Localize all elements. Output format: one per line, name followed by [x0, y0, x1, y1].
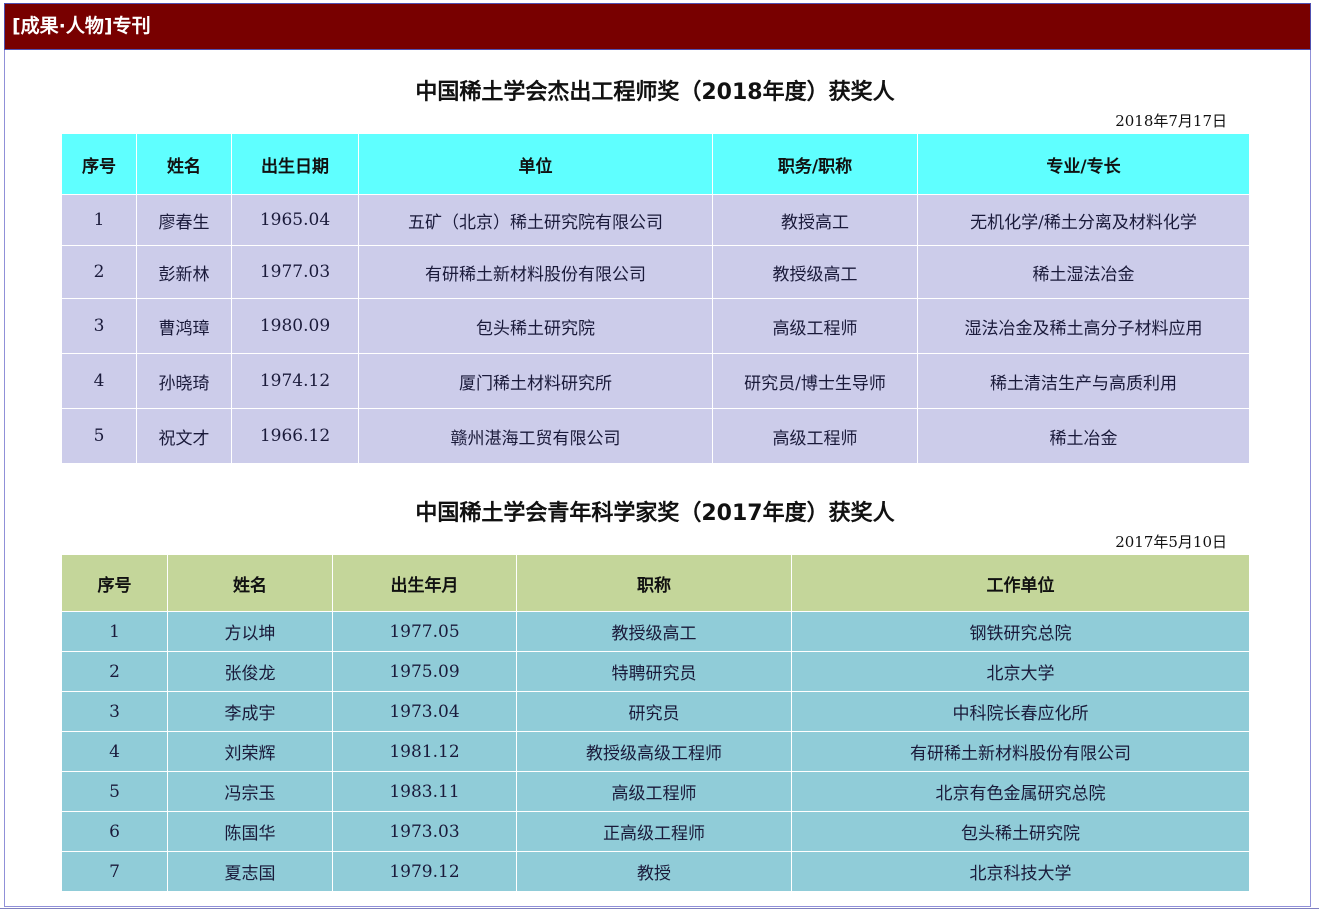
young-scientist-award-table: 序号 姓名 出生年月 职称 工作单位 1 方以坤 1977.05 教授级高工 钢…: [61, 554, 1250, 892]
cell-birth-date: 1966.12: [231, 408, 359, 464]
cell-title: 正高级工程师: [516, 811, 792, 852]
cell-index: 2: [61, 651, 168, 692]
cell-specialty: 稀土湿法冶金: [917, 245, 1250, 299]
cell-name: 祝文才: [136, 408, 232, 464]
table-header-row: 序号 姓名 出生日期 单位 职务/职称 专业/专长: [61, 133, 1250, 195]
cell-index: 1: [61, 611, 168, 652]
cell-index: 5: [61, 408, 137, 464]
cell-name: 冯宗玉: [167, 771, 333, 812]
table-row: 5 冯宗玉 1983.11 高级工程师 北京有色金属研究总院: [61, 771, 1250, 812]
cell-title: 教授: [516, 851, 792, 892]
cell-index: 4: [61, 731, 168, 772]
cell-name: 陈国华: [167, 811, 333, 852]
cell-workplace: 有研稀土新材料股份有限公司: [791, 731, 1250, 772]
cell-birth-month: 1973.04: [332, 691, 517, 732]
engineer-award-table: 序号 姓名 出生日期 单位 职务/职称 专业/专长 1 廖春生 1965.04 …: [61, 133, 1250, 464]
cell-specialty: 无机化学/稀土分离及材料化学: [917, 194, 1250, 246]
table-header-row: 序号 姓名 出生年月 职称 工作单位: [61, 554, 1250, 612]
cell-birth-date: 1965.04: [231, 194, 359, 246]
col-header-name: 姓名: [136, 133, 232, 195]
col-header-index: 序号: [61, 133, 137, 195]
table-row: 3 曹鸿璋 1980.09 包头稀土研究院 高级工程师 湿法冶金及稀土高分子材料…: [61, 298, 1250, 354]
cell-birth-month: 1983.11: [332, 771, 517, 812]
cell-organization: 赣州湛海工贸有限公司: [358, 408, 713, 464]
cell-index: 1: [61, 194, 137, 246]
cell-name: 曹鸿璋: [136, 298, 232, 354]
section1-date: 2018年7月17日: [1115, 112, 1227, 130]
cell-position: 高级工程师: [712, 408, 918, 464]
cell-specialty: 稀土冶金: [917, 408, 1250, 464]
cell-workplace: 中科院长春应化所: [791, 691, 1250, 732]
col-header-workplace: 工作单位: [791, 554, 1250, 612]
table-row: 2 张俊龙 1975.09 特聘研究员 北京大学: [61, 651, 1250, 692]
header-title: [成果·人物]专刊: [12, 15, 151, 37]
cell-name: 夏志国: [167, 851, 333, 892]
cell-birth-month: 1981.12: [332, 731, 517, 772]
col-header-position: 职务/职称: [712, 133, 918, 195]
cell-birth-month: 1979.12: [332, 851, 517, 892]
table-row: 3 李成宇 1973.04 研究员 中科院长春应化所: [61, 691, 1250, 732]
cell-workplace: 北京有色金属研究总院: [791, 771, 1250, 812]
cell-index: 4: [61, 353, 137, 409]
cell-specialty: 湿法冶金及稀土高分子材料应用: [917, 298, 1250, 354]
col-header-birth-date: 出生日期: [231, 133, 359, 195]
cell-birth-month: 1977.05: [332, 611, 517, 652]
cell-organization: 包头稀土研究院: [358, 298, 713, 354]
table-row: 5 祝文才 1966.12 赣州湛海工贸有限公司 高级工程师 稀土冶金: [61, 408, 1250, 464]
cell-name: 李成宇: [167, 691, 333, 732]
cell-name: 方以坤: [167, 611, 333, 652]
col-header-organization: 单位: [358, 133, 713, 195]
section2-date: 2017年5月10日: [1115, 533, 1227, 551]
table-row: 2 彭新林 1977.03 有研稀土新材料股份有限公司 教授级高工 稀土湿法冶金: [61, 245, 1250, 299]
cell-birth-date: 1977.03: [231, 245, 359, 299]
cell-index: 2: [61, 245, 137, 299]
cell-position: 教授级高工: [712, 245, 918, 299]
section2-title: 中国稀土学会青年科学家奖（2017年度）获奖人: [415, 501, 895, 526]
cell-title: 教授级高级工程师: [516, 731, 792, 772]
cell-birth-date: 1974.12: [231, 353, 359, 409]
table-row: 7 夏志国 1979.12 教授 北京科技大学: [61, 851, 1250, 892]
cell-organization: 五矿（北京）稀土研究院有限公司: [358, 194, 713, 246]
table-row: 1 方以坤 1977.05 教授级高工 钢铁研究总院: [61, 611, 1250, 652]
cell-title: 教授级高工: [516, 611, 792, 652]
cell-workplace: 北京大学: [791, 651, 1250, 692]
cell-index: 3: [61, 298, 137, 354]
cell-name: 张俊龙: [167, 651, 333, 692]
cell-name: 刘荣辉: [167, 731, 333, 772]
table-row: 1 廖春生 1965.04 五矿（北京）稀土研究院有限公司 教授高工 无机化学/…: [61, 194, 1250, 246]
cell-organization: 厦门稀土材料研究所: [358, 353, 713, 409]
col-header-index: 序号: [61, 554, 168, 612]
cell-position: 研究员/博士生导师: [712, 353, 918, 409]
cell-name: 孙晓琦: [136, 353, 232, 409]
table-row: 4 刘荣辉 1981.12 教授级高级工程师 有研稀土新材料股份有限公司: [61, 731, 1250, 772]
cell-index: 3: [61, 691, 168, 732]
cell-title: 特聘研究员: [516, 651, 792, 692]
cell-birth-month: 1975.09: [332, 651, 517, 692]
cell-specialty: 稀土清洁生产与高质利用: [917, 353, 1250, 409]
col-header-birth-month: 出生年月: [332, 554, 517, 612]
bottom-divider: [0, 908, 1319, 909]
cell-position: 高级工程师: [712, 298, 918, 354]
col-header-name: 姓名: [167, 554, 333, 612]
cell-index: 5: [61, 771, 168, 812]
cell-workplace: 钢铁研究总院: [791, 611, 1250, 652]
table-row: 6 陈国华 1973.03 正高级工程师 包头稀土研究院: [61, 811, 1250, 852]
cell-position: 教授高工: [712, 194, 918, 246]
cell-organization: 有研稀土新材料股份有限公司: [358, 245, 713, 299]
table-row: 4 孙晓琦 1974.12 厦门稀土材料研究所 研究员/博士生导师 稀土清洁生产…: [61, 353, 1250, 409]
cell-name: 彭新林: [136, 245, 232, 299]
cell-workplace: 包头稀土研究院: [791, 811, 1250, 852]
cell-birth-month: 1973.03: [332, 811, 517, 852]
page-header: [成果·人物]专刊: [4, 3, 1311, 50]
cell-name: 廖春生: [136, 194, 232, 246]
col-header-specialty: 专业/专长: [917, 133, 1250, 195]
cell-title: 研究员: [516, 691, 792, 732]
cell-title: 高级工程师: [516, 771, 792, 812]
cell-index: 6: [61, 811, 168, 852]
cell-workplace: 北京科技大学: [791, 851, 1250, 892]
col-header-title: 职称: [516, 554, 792, 612]
cell-index: 7: [61, 851, 168, 892]
cell-birth-date: 1980.09: [231, 298, 359, 354]
section1-title: 中国稀土学会杰出工程师奖（2018年度）获奖人: [415, 80, 895, 105]
